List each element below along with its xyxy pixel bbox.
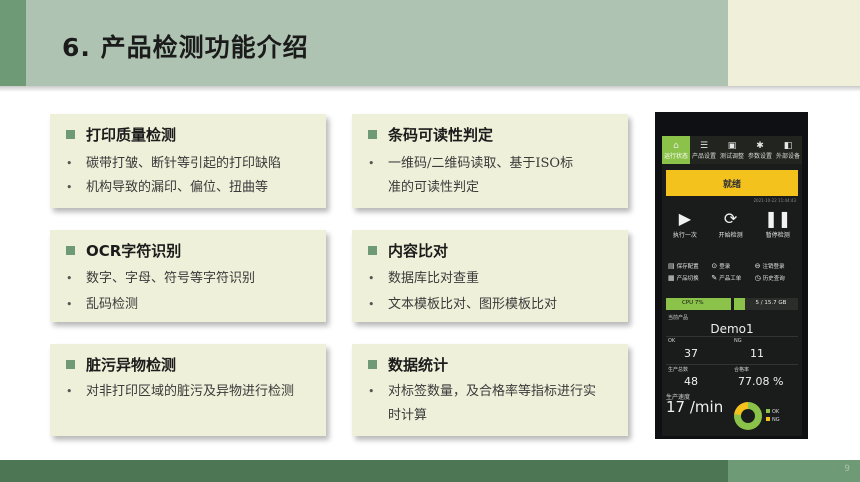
slide: 6. 产品检测功能介绍 打印质量检测 碳带打皱、断针等引起的打印缺陷 机构导致的…	[0, 0, 860, 482]
memory-bar: 5 / 15.7 GB	[733, 298, 798, 310]
speed-value: 17 /min	[666, 398, 724, 416]
home-icon: ⌂	[673, 140, 679, 151]
device-screen: ⌂ 运行状态 ☰ 产品设置 ▣ 测试调整 ✱ 参数设置 ◧ 外部设备 就绪 2021-10…	[662, 136, 802, 436]
donut-legend: OK NG	[766, 408, 780, 424]
pause-detect-button[interactable]: ❚❚ 暂停检测	[764, 208, 791, 258]
save-config-button[interactable]: ▤ 保存配置	[668, 262, 711, 270]
card-ocr: OCR字符识别 数字、字母、符号等字符识别 乱码检测	[50, 230, 326, 322]
card-dirt-detection: 脏污异物检测 对非打印区域的脏污及异物进行检测	[50, 344, 326, 436]
bullet-square-icon	[368, 130, 377, 139]
history-icon: ◷	[754, 274, 761, 282]
cpu-label: CPU 7%	[682, 300, 704, 306]
status-banner: 就绪	[666, 170, 798, 196]
ng-count: NG 11	[734, 338, 764, 360]
card-list: 对非打印区域的脏污及异物进行检测	[66, 380, 294, 404]
refresh-icon: ⟳	[723, 209, 738, 228]
save-icon: ▤	[668, 262, 675, 270]
switch-icon: ▦	[668, 274, 675, 282]
header-accent-left	[0, 0, 26, 86]
list-item: 对标签数量，及合格率等指标进行实时计算	[368, 380, 596, 428]
login-button[interactable]: ⊙ 登录	[711, 262, 754, 270]
pass-rate: 合格率 77.08 %	[734, 367, 784, 388]
total-count: 生产总数 48	[668, 367, 698, 388]
memory-fill	[733, 298, 746, 310]
list-icon: ☰	[699, 140, 709, 151]
header-accent-right	[728, 0, 860, 86]
card-list: 碳带打皱、断针等引起的打印缺陷 机构导致的漏印、偏位、扭曲等	[66, 152, 281, 200]
card-title: 内容比对	[388, 242, 449, 260]
document-icon: ▣	[727, 140, 737, 151]
tab-parameters[interactable]: ✱ 参数设置	[746, 136, 774, 164]
tab-run-status[interactable]: ⌂ 运行状态	[662, 136, 690, 164]
card-title: 数据统计	[388, 356, 449, 374]
card-title: 条码可读性判定	[388, 126, 494, 144]
bullet-square-icon	[368, 360, 377, 369]
device-icon: ◧	[783, 140, 793, 151]
tab-product-settings[interactable]: ☰ 产品设置	[690, 136, 718, 164]
bullet-square-icon	[66, 130, 75, 139]
work-order-button[interactable]: ✎ 产品工单	[711, 274, 754, 282]
bullet-square-icon	[368, 246, 377, 255]
card-list: 数据库比对查重 文本模板比对、图形模板比对	[368, 266, 557, 318]
ok-count: OK 37	[668, 338, 698, 360]
card-title: OCR字符识别	[86, 242, 182, 260]
logout-icon: ⊖	[754, 262, 761, 270]
list-item: 机构导致的漏印、偏位、扭曲等	[66, 176, 281, 200]
list-item: 文本模板比对、图形模板比对	[368, 292, 557, 318]
bullet-square-icon	[66, 246, 75, 255]
edit-icon: ✎	[711, 274, 718, 282]
card-statistics: 数据统计 对标签数量，及合格率等指标进行实时计算	[352, 344, 628, 436]
card-title: 脏污异物检测	[86, 356, 177, 374]
card-barcode-readability: 条码可读性判定 一维码/二维码读取、基于ISO标准的可读性判定	[352, 114, 628, 208]
device-screen-photo: ⌂ 运行状态 ☰ 产品设置 ▣ 测试调整 ✱ 参数设置 ◧ 外部设备 就绪 2021-10…	[655, 112, 808, 439]
card-title: 打印质量检测	[86, 126, 177, 144]
history-button[interactable]: ◷ 历史查询	[755, 274, 798, 282]
product-switch-button[interactable]: ▦ 产品切换	[668, 274, 711, 282]
control-buttons: ▶ 执行一次 ⟳ 开始检测 ❚❚ 暂停检测	[662, 208, 802, 258]
list-item: 一维码/二维码读取、基于ISO标准的可读性判定	[368, 152, 573, 200]
pause-icon: ❚❚	[764, 209, 792, 228]
device-tabbar: ⌂ 运行状态 ☰ 产品设置 ▣ 测试调整 ✱ 参数设置 ◧ 外部设备	[662, 136, 802, 164]
timestamp: 2021-10-22 11:44:43	[753, 198, 796, 203]
page-number: 9	[844, 464, 850, 474]
card-list: 对标签数量，及合格率等指标进行实时计算	[368, 380, 596, 428]
header-shadow	[0, 86, 860, 92]
card-print-quality: 打印质量检测 碳带打皱、断针等引起的打印缺陷 机构导致的漏印、偏位、扭曲等	[50, 114, 326, 208]
card-list: 一维码/二维码读取、基于ISO标准的可读性判定	[368, 152, 573, 200]
run-once-button[interactable]: ▶ 执行一次	[673, 208, 697, 258]
list-item: 对非打印区域的脏污及异物进行检测	[66, 380, 294, 404]
current-product: Demo1	[710, 322, 754, 336]
play-icon: ▶	[678, 209, 692, 228]
tab-external-devices[interactable]: ◧ 外部设备	[774, 136, 802, 164]
start-detect-button[interactable]: ⟳ 开始检测	[719, 208, 743, 258]
action-grid: ▤ 保存配置 ⊙ 登录 ⊖ 注销登录 ▦ 产品切换 ✎ 产品工单 ◷ 历史查询	[668, 262, 798, 282]
stats-table: OK 37 NG 11 生产总数 48 合格率 77.08 %	[666, 336, 798, 392]
cpu-bar: CPU 7%	[666, 298, 731, 310]
memory-label: 5 / 15.7 GB	[755, 300, 787, 306]
list-item: 乱码检测	[66, 292, 255, 318]
login-icon: ⊙	[711, 262, 718, 270]
current-product-label: 当前产品	[668, 315, 689, 321]
footer-band	[0, 460, 728, 482]
pass-rate-donut	[734, 402, 762, 430]
card-content-compare: 内容比对 数据库比对查重 文本模板比对、图形模板比对	[352, 230, 628, 322]
list-item: 碳带打皱、断针等引起的打印缺陷	[66, 152, 281, 176]
tab-test-adjust[interactable]: ▣ 测试调整	[718, 136, 746, 164]
logout-button[interactable]: ⊖ 注销登录	[755, 262, 798, 270]
list-item: 数字、字母、符号等字符识别	[66, 266, 255, 292]
card-list: 数字、字母、符号等字符识别 乱码检测	[66, 266, 255, 318]
gear-icon: ✱	[756, 140, 764, 151]
bullet-square-icon	[66, 360, 75, 369]
list-item: 数据库比对查重	[368, 266, 557, 292]
resource-bars: CPU 7% 5 / 15.7 GB	[666, 298, 798, 310]
slide-title: 6. 产品检测功能介绍	[62, 33, 309, 62]
footer-accent	[728, 460, 860, 482]
